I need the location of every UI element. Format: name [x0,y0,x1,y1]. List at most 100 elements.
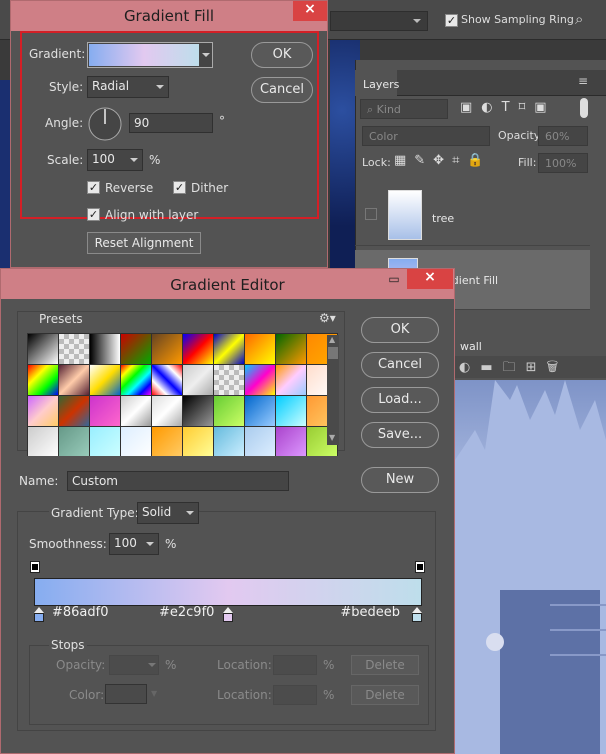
color-stop-1[interactable] [34,613,44,622]
preset-swatch[interactable] [245,365,275,395]
smoothness-select[interactable]: 100 [109,533,159,555]
new-button[interactable]: New [361,467,439,493]
ok-button[interactable]: OK [361,317,439,343]
scroll-down-icon[interactable]: ▼ [329,433,335,442]
preset-swatch[interactable] [28,396,58,426]
gradient-preview[interactable] [89,44,199,66]
close-icon[interactable]: × [293,1,327,21]
preset-swatch[interactable] [121,396,151,426]
preset-swatch[interactable] [183,427,213,456]
preset-swatch[interactable] [28,334,58,364]
preset-swatch[interactable] [183,334,213,364]
load-button[interactable]: Load... [361,387,439,413]
preset-swatch[interactable] [214,427,244,456]
opacity-input[interactable]: 60% [538,126,588,146]
layer-thumbnail [388,190,422,240]
scroll-up-icon[interactable]: ▲ [329,335,335,344]
cancel-button[interactable]: Cancel [361,352,439,378]
minimize-icon[interactable]: ▭ [384,272,404,288]
preset-swatch[interactable] [90,427,120,456]
search-icon[interactable]: ⌕ [575,10,583,28]
preset-swatch[interactable] [183,365,213,395]
color-delete-button: Delete [351,685,419,705]
blend-mode-select[interactable]: Color [362,126,490,146]
preset-swatch[interactable] [245,334,275,364]
layer-row-tree[interactable]: tree [355,186,590,246]
kind-filter[interactable]: ⌕ Kind [360,99,448,119]
presets-scrollbar[interactable]: ▲ ▼ [327,335,339,445]
color-stop-2[interactable] [223,613,233,622]
preset-swatch[interactable] [245,427,275,456]
preset-swatch[interactable] [59,396,89,426]
reset-alignment-button[interactable]: Reset Alignment [87,232,201,254]
filter-toggle[interactable] [580,98,588,118]
angle-dial[interactable] [87,106,123,142]
dither-checkbox[interactable]: ✓ [173,181,186,194]
color-stop-3[interactable] [412,613,422,622]
angle-input[interactable]: 90 [129,113,213,133]
preset-swatch[interactable] [276,396,306,426]
show-sampling-ring-checkbox[interactable]: ✓ [445,14,458,27]
close-icon[interactable]: × [407,269,453,289]
ok-button[interactable]: OK [251,42,313,68]
align-with-layer-checkbox[interactable]: ✓ [87,208,100,221]
opacity-location-label: Location: [217,658,272,672]
layer-filter-icons[interactable]: ▣◐T⌑▣ [460,100,556,115]
preset-swatch[interactable] [276,334,306,364]
smoothness-label: Smoothness: [29,537,107,551]
panel-menu-icon[interactable]: ≡ [578,74,588,88]
angle-unit: ° [219,114,225,128]
preset-swatch[interactable] [121,334,151,364]
stop-opacity-input [109,655,159,675]
layer-actions-bar[interactable]: ◐▬🗀⊞🗑 [455,356,606,378]
style-select[interactable]: Radial [87,76,169,98]
gradient-type-select[interactable]: Solid [137,502,199,524]
preset-swatch[interactable] [214,334,244,364]
preset-swatch[interactable] [59,365,89,395]
gradient-label: Gradient: [29,47,86,61]
cancel-button[interactable]: Cancel [251,77,313,103]
visibility-toggle[interactable] [365,208,377,220]
color-location-input [273,685,317,705]
preset-swatch[interactable] [276,365,306,395]
stop-opacity-unit: % [165,658,177,672]
preset-swatch[interactable] [90,396,120,426]
preset-swatch[interactable] [152,365,182,395]
layers-tab[interactable]: Layers [355,70,399,96]
preset-swatch[interactable] [90,334,120,364]
scale-select[interactable]: 100 [87,149,143,171]
gear-icon[interactable]: ⚙▾ [319,311,336,325]
layer-name-wall[interactable]: wall [460,340,482,353]
preset-swatch[interactable] [214,396,244,426]
opacity-stop-right[interactable] [415,561,425,573]
preset-swatch[interactable] [214,365,244,395]
opacity-stop-left[interactable] [30,561,40,573]
preset-swatch[interactable] [152,334,182,364]
preset-swatch[interactable] [28,365,58,395]
preset-swatch[interactable] [152,396,182,426]
preset-swatch[interactable] [90,365,120,395]
fill-input[interactable]: 100% [538,153,588,173]
layer-name[interactable]: tree [432,212,454,225]
scrollbar-thumb[interactable] [328,347,338,359]
preset-swatch[interactable] [245,396,275,426]
reverse-checkbox[interactable]: ✓ [87,181,100,194]
smoothness-value: 100 [114,536,137,550]
lock-icons[interactable]: ▦✎✥⌗🔒 [394,153,492,168]
name-input[interactable]: Custom [67,471,289,491]
preset-swatch[interactable] [152,427,182,456]
preset-swatch[interactable] [59,334,89,364]
preset-swatch[interactable] [59,427,89,456]
gradient-picker[interactable] [87,42,213,68]
preset-swatch[interactable] [183,396,213,426]
gradient-bar[interactable] [34,578,422,606]
save-button[interactable]: Save... [361,422,439,448]
sample-size-dropdown[interactable] [330,11,428,31]
preset-swatch[interactable] [276,427,306,456]
preset-swatch[interactable] [28,427,58,456]
stop-color-swatch [105,684,147,704]
kind-filter-icon: ⌕ [367,103,377,116]
gradient-editor-dialog: Gradient Editor ▭ × Presets ⚙▾ ▲ ▼ OK Ca… [0,268,455,754]
preset-swatch[interactable] [121,365,151,395]
preset-swatch[interactable] [121,427,151,456]
